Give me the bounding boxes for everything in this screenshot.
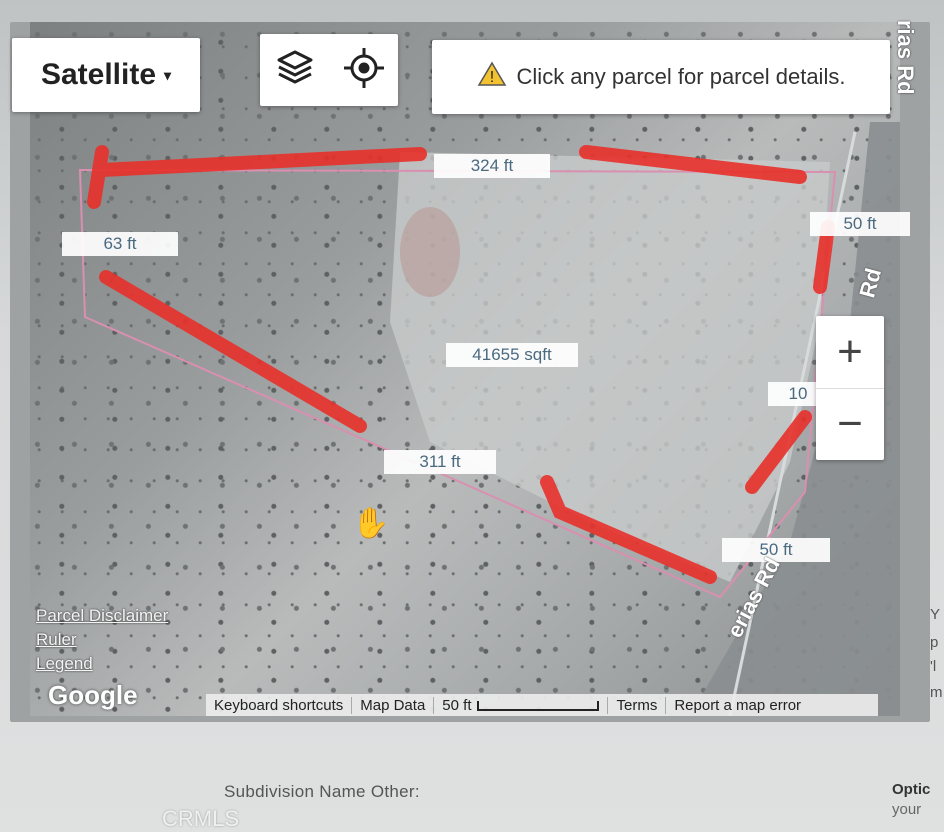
measure-bottom-right: 50 ft [722, 538, 830, 562]
zoom-in-button[interactable]: + [816, 316, 884, 389]
right-fragment: p [930, 634, 939, 651]
markup-right-top [813, 220, 835, 294]
right-fragment: m [930, 684, 943, 701]
layers-icon[interactable] [273, 46, 317, 95]
subdivision-label: Subdivision Name Other: [224, 782, 420, 801]
locate-target-icon[interactable] [342, 46, 386, 95]
road-label-top: rias Rd [893, 20, 918, 95]
markup-top-left [87, 145, 427, 209]
chevron-down-icon: ▾ [164, 66, 172, 83]
zoom-control: + − [816, 316, 884, 460]
map-footer: Keyboard shortcuts Map Data 50 ft Terms … [206, 694, 878, 716]
option-title: Optic [892, 781, 931, 798]
dirt-mound [400, 207, 460, 297]
scale-indicator[interactable]: 50 ft [434, 696, 609, 714]
watermark: CRMLS [162, 806, 240, 831]
warning-icon: ! [477, 61, 507, 93]
map-data-link[interactable]: Map Data [352, 696, 435, 714]
keyboard-shortcuts-link[interactable]: Keyboard shortcuts [206, 696, 353, 714]
map-type-button[interactable]: Satellite ▾ [12, 38, 200, 112]
scale-bar [477, 700, 600, 711]
svg-text:!: ! [489, 69, 493, 86]
right-fragment: Y [930, 606, 941, 623]
legend-link[interactable]: Legend [36, 652, 168, 676]
parcel-hint-banner: ! Click any parcel for parcel details. [432, 40, 890, 114]
option-sub: your [892, 801, 922, 818]
map-tools [260, 34, 398, 106]
parcel-disclaimer-link[interactable]: Parcel Disclaimer [36, 604, 168, 628]
hint-text: Click any parcel for parcel details. [516, 64, 846, 89]
right-fragment: 'l [930, 658, 937, 675]
parcel-cleared-area [390, 152, 830, 582]
measure-area: 41655 sqft [446, 343, 578, 367]
report-error-link[interactable]: Report a map error [666, 697, 809, 714]
ruler-link[interactable]: Ruler [36, 628, 168, 652]
measure-top: 324 ft [434, 154, 550, 178]
zoom-out-button[interactable]: − [816, 389, 884, 461]
side-links: Parcel Disclaimer Ruler Legend [36, 604, 168, 676]
measure-bottom: 311 ft [384, 450, 496, 474]
hand-cursor-icon: ✋ [352, 507, 390, 540]
measure-right-top: 50 ft [810, 212, 910, 236]
terms-link[interactable]: Terms [608, 696, 667, 714]
option-label: Optic your [892, 780, 930, 820]
measure-left: 63 ft [62, 232, 178, 256]
scale-label: 50 ft [442, 696, 472, 714]
markup-left-diag [99, 270, 367, 433]
google-logo: Google [48, 680, 138, 710]
map-type-label: Satellite [40, 58, 157, 91]
